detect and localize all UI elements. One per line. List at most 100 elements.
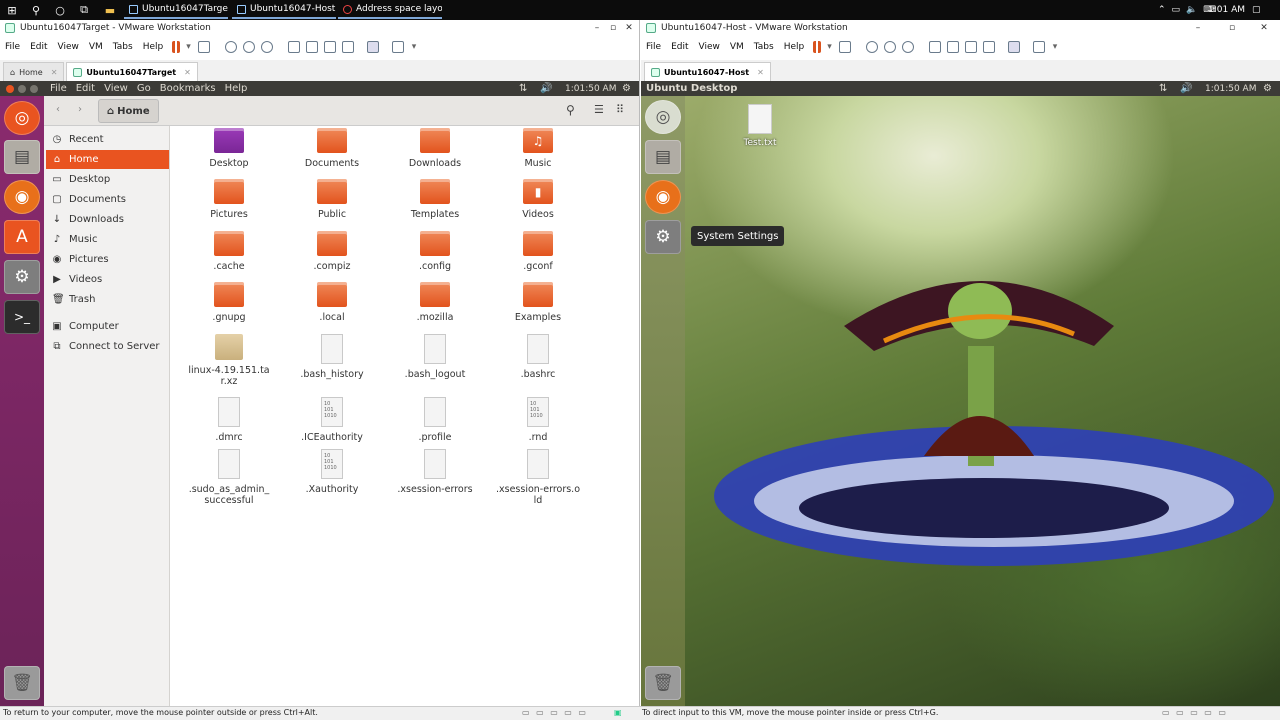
file-item[interactable]: .sudo_as_admin_successful (177, 449, 281, 506)
file-item[interactable]: Examples (486, 282, 590, 323)
ubuntu-menu-file[interactable]: File (50, 83, 67, 94)
taskbar-item-host[interactable]: Ubuntu16047-Host - ... (232, 1, 336, 19)
forward-icon[interactable]: › (78, 104, 82, 115)
file-item[interactable]: Desktop (177, 128, 281, 169)
menu-help[interactable]: Help (138, 42, 169, 52)
sidebar-item-trash[interactable]: 🗑 Trash (46, 290, 169, 309)
search-icon[interactable]: ⚲ (24, 0, 48, 20)
file-item[interactable]: linux-4.19.151.tar.xz (177, 334, 281, 387)
files-app-icon[interactable]: ▤ (645, 140, 681, 174)
close-icon[interactable]: ✕ (757, 68, 764, 77)
gear-icon[interactable]: ⚙ (1263, 83, 1272, 94)
device-icons[interactable]: ▭ ▭ ▭ ▭ ▭ (522, 708, 588, 717)
chevron-down-icon[interactable]: ▾ (407, 42, 422, 52)
dash-home-icon[interactable]: ◎ (4, 101, 40, 135)
file-item[interactable]: .bash_logout (383, 334, 487, 380)
snapshot-manager-icon[interactable] (901, 41, 914, 53)
task-view-icon[interactable]: ⧉ (72, 0, 96, 20)
menu-tabs[interactable]: Tabs (749, 42, 779, 52)
close-window-icon[interactable] (6, 84, 14, 93)
maximize-window-icon[interactable] (30, 84, 38, 93)
terminal-icon[interactable]: >_ (4, 300, 40, 334)
file-item[interactable]: .local (280, 282, 384, 323)
chevron-down-icon[interactable]: ▾ (182, 42, 195, 52)
sidebar-item-recent[interactable]: ◷ Recent (46, 130, 169, 149)
console-view-icon[interactable] (1007, 41, 1020, 53)
list-view-icon[interactable]: ☰ (594, 103, 604, 116)
file-item[interactable]: .bashrc (486, 334, 590, 380)
close-button[interactable]: ✕ (620, 20, 638, 36)
minimize-button[interactable]: – (1189, 20, 1207, 36)
thumbnail-icon[interactable] (946, 41, 959, 53)
trash-launcher-icon[interactable]: 🗑 (4, 666, 40, 700)
firefox-icon[interactable]: ◉ (4, 180, 40, 214)
network-updown-icon[interactable]: ⇅ (1159, 83, 1167, 94)
taskbar-item-target[interactable]: Ubuntu16047Target - ... (124, 1, 228, 19)
settings-app-icon[interactable]: ⚙ (4, 260, 40, 294)
revert-snapshot-icon[interactable] (242, 41, 255, 53)
device-icons[interactable]: ▭ ▭ ▭ ▭ ▭ (1162, 708, 1228, 717)
menu-vm[interactable]: VM (84, 42, 108, 52)
sidebar-toggle-icon[interactable] (928, 41, 941, 53)
ubuntu-menu-help[interactable]: Help (225, 83, 248, 94)
unity-icon[interactable] (982, 41, 995, 53)
thumbnail-icon[interactable] (305, 41, 318, 53)
volume-icon[interactable]: 🔊 (1180, 83, 1192, 94)
file-item[interactable]: .gnupg (177, 282, 281, 323)
software-center-icon[interactable]: A (4, 220, 40, 254)
sidebar-item-videos[interactable]: ▶ Videos (46, 270, 169, 289)
menu-view[interactable]: View (694, 42, 725, 52)
file-item[interactable]: 10 101 1010 .Xauthority (280, 449, 384, 495)
path-home-button[interactable]: ⌂ Home (98, 99, 159, 123)
sidebar-toggle-icon[interactable] (287, 41, 300, 53)
file-item[interactable]: Downloads (383, 128, 487, 169)
ubuntu-clock[interactable]: 1:01:50 AM (565, 84, 616, 94)
network-icon[interactable]: ▭ (1172, 5, 1181, 15)
menu-edit[interactable]: Edit (25, 42, 52, 52)
trash-launcher-icon[interactable]: 🗑 (645, 666, 681, 700)
file-item[interactable]: .mozilla (383, 282, 487, 323)
tab-host[interactable]: Ubuntu16047-Host ✕ (644, 62, 771, 81)
fullscreen-icon[interactable] (323, 41, 336, 53)
file-item[interactable]: .profile (383, 397, 487, 443)
file-item[interactable]: Pictures (177, 179, 281, 220)
sidebar-item-music[interactable]: ♪ Music (46, 230, 169, 249)
file-explorer-icon[interactable]: ▬ (98, 0, 122, 20)
network-updown-icon[interactable]: ⇅ (519, 83, 527, 94)
file-item[interactable]: Documents (280, 128, 384, 169)
ubuntu-menu-edit[interactable]: Edit (76, 83, 95, 94)
file-item[interactable]: .xsession-errors (383, 449, 487, 495)
sidebar-item-computer[interactable]: ▣ Computer (46, 317, 169, 336)
desktop-file-icon[interactable]: Test.txt (725, 104, 795, 148)
taskbar-item-chrome[interactable]: Address space layout ... (338, 1, 442, 19)
vm-status-icon[interactable]: ▣ (614, 708, 622, 717)
dash-home-icon[interactable]: ◎ (645, 100, 681, 134)
ubuntu-menu-view[interactable]: View (104, 83, 128, 94)
notification-icon[interactable]: ▢ (1252, 0, 1261, 20)
sidebar-item-downloads[interactable]: ↓ Downloads (46, 210, 169, 229)
ubuntu-menu-bookmarks[interactable]: Bookmarks (160, 83, 216, 94)
file-item[interactable]: Public (280, 179, 384, 220)
close-button[interactable]: ✕ (1255, 20, 1273, 36)
file-item[interactable]: 10 101 1010 .rnd (486, 397, 590, 443)
file-item[interactable]: Templates (383, 179, 487, 220)
unity-icon[interactable] (341, 41, 354, 53)
back-icon[interactable]: ‹ (56, 104, 60, 115)
windows-start-icon[interactable]: ⊞ (0, 0, 24, 20)
ubuntu-menu-go[interactable]: Go (137, 83, 151, 94)
chevron-up-icon[interactable]: ⌃ (1158, 5, 1166, 15)
chevron-down-icon[interactable]: ▾ (1048, 42, 1063, 52)
file-item[interactable]: .cache (177, 231, 281, 272)
file-item[interactable]: .gconf (486, 231, 590, 272)
files-app-icon[interactable]: ▤ (4, 140, 40, 174)
file-item[interactable]: .bash_history (280, 334, 384, 380)
fullscreen-icon[interactable] (964, 41, 977, 53)
chevron-down-icon[interactable]: ▾ (823, 42, 836, 52)
snapshot-icon[interactable] (865, 41, 878, 53)
tab-home[interactable]: ⌂ Home ✕ (3, 62, 65, 81)
volume-icon[interactable]: 🔈 (1186, 5, 1197, 15)
file-item[interactable]: ♫ Music (486, 128, 590, 169)
sidebar-item-desktop[interactable]: ▭ Desktop (46, 170, 169, 189)
maximize-button[interactable]: ▫ (1223, 20, 1241, 36)
menu-view[interactable]: View (53, 42, 84, 52)
